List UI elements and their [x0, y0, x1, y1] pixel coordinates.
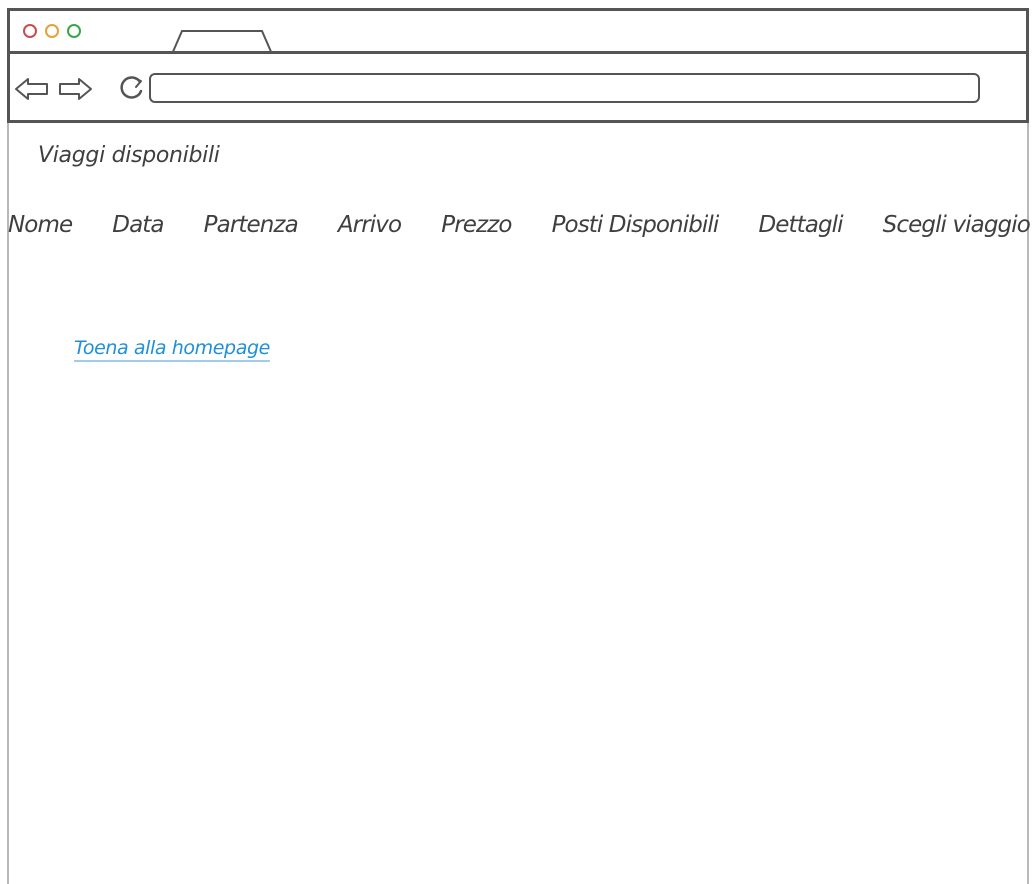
address-bar-input[interactable] — [149, 73, 980, 103]
minimize-window-button[interactable] — [45, 24, 59, 38]
title-bar — [7, 8, 1029, 55]
column-header-arrivo: Arrivo — [337, 212, 402, 238]
column-header-posti-disponibili: Posti Disponibili — [551, 212, 720, 238]
maximize-window-button[interactable] — [67, 24, 81, 38]
page-title: Viaggi disponibili — [38, 143, 220, 168]
column-header-data: Data — [112, 212, 164, 238]
column-header-scegli-viaggio: Scegli viaggio — [882, 212, 1030, 238]
browser-tab[interactable] — [170, 29, 280, 55]
back-to-homepage-link[interactable]: Toena alla homepage — [74, 337, 270, 359]
column-header-dettagli: Dettagli — [758, 212, 843, 238]
arrow-left-icon[interactable] — [14, 77, 50, 101]
arrow-right-icon[interactable] — [57, 77, 93, 101]
column-header-partenza: Partenza — [203, 212, 299, 238]
navigation-bar — [7, 54, 1029, 123]
column-header-nome: Nome — [8, 212, 73, 238]
column-header-prezzo: Prezzo — [441, 212, 512, 238]
trips-table-header: Nome Data Partenza Arrivo Prezzo Posti D… — [8, 205, 1030, 245]
browser-window — [7, 8, 1029, 884]
reload-icon[interactable] — [116, 74, 146, 104]
close-window-button[interactable] — [23, 24, 37, 38]
